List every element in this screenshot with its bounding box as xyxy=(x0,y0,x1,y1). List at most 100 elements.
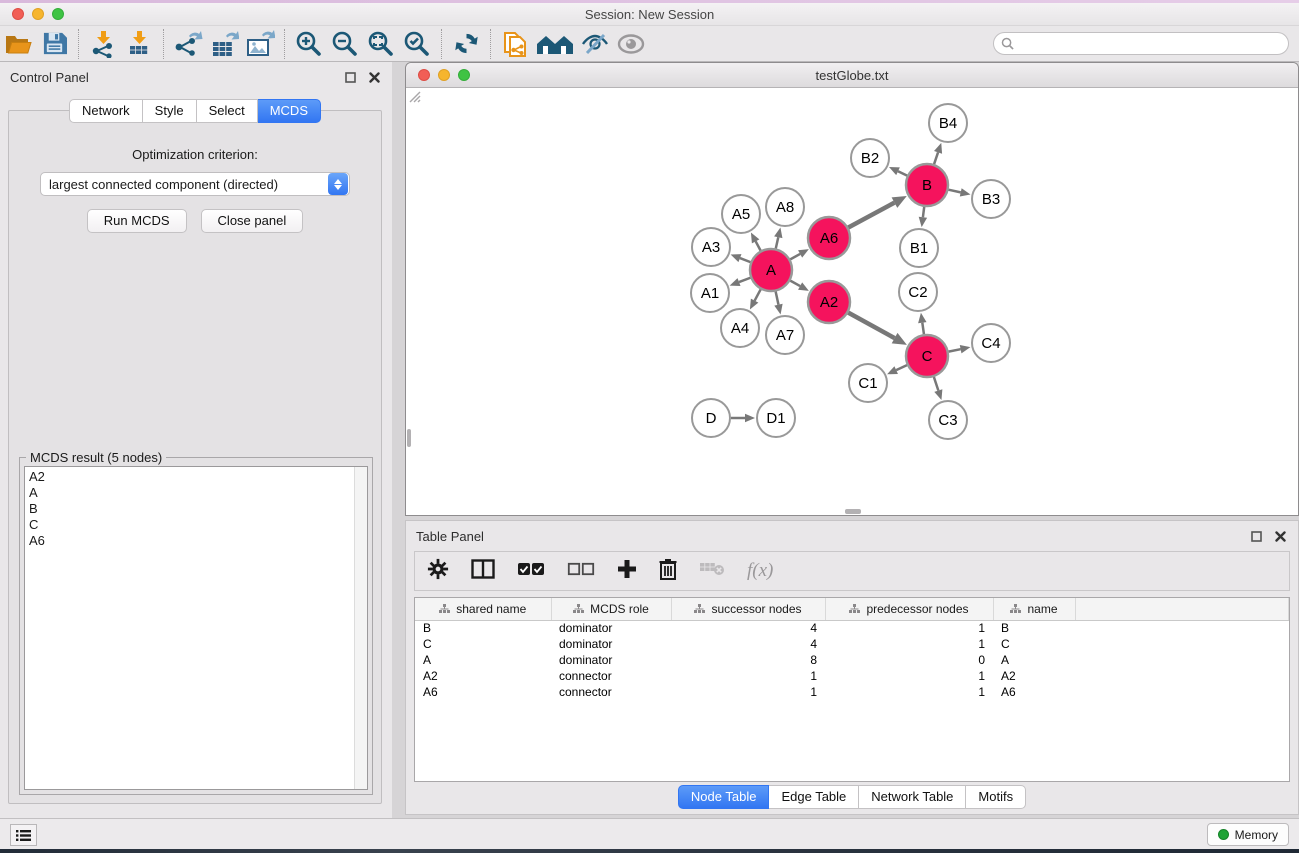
export-network-icon[interactable] xyxy=(170,28,206,60)
table-row[interactable]: Bdominator41B xyxy=(415,620,1289,636)
graph-node-C2[interactable] xyxy=(899,273,937,311)
open-file-icon[interactable] xyxy=(0,28,36,60)
graph-node-B4[interactable] xyxy=(929,104,967,142)
task-history-icon[interactable] xyxy=(10,824,37,846)
column-header-successor-nodes[interactable]: successor nodes xyxy=(671,598,825,620)
export-table-icon[interactable] xyxy=(206,28,242,60)
search-field[interactable] xyxy=(993,32,1289,55)
memory-button[interactable]: Memory xyxy=(1207,823,1289,846)
column-header-shared-name[interactable]: shared name xyxy=(415,598,551,620)
graph-node-C[interactable] xyxy=(906,335,948,377)
graph-node-B1[interactable] xyxy=(900,229,938,267)
optimization-criterion-select[interactable]: largest connected component (directed) xyxy=(40,172,350,196)
node-table[interactable]: shared nameMCDS rolesuccessor nodesprede… xyxy=(414,597,1290,782)
canvas-horizontal-scrollbar[interactable] xyxy=(845,509,861,514)
graph-node-A[interactable] xyxy=(750,249,792,291)
column-header-predecessor-nodes[interactable]: predecessor nodes xyxy=(825,598,993,620)
duplicate-network-icon[interactable] xyxy=(497,28,533,60)
add-column-icon[interactable] xyxy=(617,559,637,584)
graph-edge-A-A2[interactable] xyxy=(790,281,800,286)
control-tab-mcds[interactable]: MCDS xyxy=(258,99,321,123)
home-icon[interactable] xyxy=(533,28,577,60)
graph-node-D1[interactable] xyxy=(757,399,795,437)
graph-node-B[interactable] xyxy=(906,164,948,206)
graph-edge-B-B3[interactable] xyxy=(948,190,960,193)
graph-edge-A-A6[interactable] xyxy=(790,254,800,259)
mcds-result-item[interactable]: A6 xyxy=(29,533,350,549)
graph-node-A1[interactable] xyxy=(691,274,729,312)
result-list-scrollbar[interactable] xyxy=(354,467,367,789)
graph-node-A4[interactable] xyxy=(721,309,759,347)
graph-edge-A-A7[interactable] xyxy=(776,292,779,305)
control-tab-network[interactable]: Network xyxy=(69,99,143,123)
graph-edge-A-A5[interactable] xyxy=(756,241,761,250)
split-view-icon[interactable] xyxy=(471,559,495,584)
graph-edge-B-B1[interactable] xyxy=(923,207,924,217)
network-canvas[interactable]: B4B2BB3A8A5A6A3B1AA1C2A2A4A7C4CC1DD1C3 xyxy=(407,89,1297,514)
mcds-result-item[interactable]: A xyxy=(29,485,350,501)
graph-edge-B-B2[interactable] xyxy=(898,171,907,175)
graph-node-A3[interactable] xyxy=(692,228,730,266)
graph-node-A7[interactable] xyxy=(766,316,804,354)
canvas-vertical-scrollbar[interactable] xyxy=(407,429,411,447)
table-tab-node-table[interactable]: Node Table xyxy=(678,785,770,809)
graph-edge-A2-C[interactable] xyxy=(848,313,894,339)
table-tab-edge-table[interactable]: Edge Table xyxy=(769,785,859,809)
graph-node-D[interactable] xyxy=(692,399,730,437)
close-panel-icon[interactable] xyxy=(366,69,382,85)
graph-node-B3[interactable] xyxy=(972,180,1010,218)
search-input[interactable] xyxy=(1018,37,1288,51)
graph-edge-A-A3[interactable] xyxy=(740,258,751,262)
import-network-icon[interactable] xyxy=(85,28,121,60)
graph-node-A2[interactable] xyxy=(808,281,850,323)
save-session-icon[interactable] xyxy=(36,28,72,60)
select-all-checkboxes-icon[interactable] xyxy=(517,562,545,581)
resize-grip-icon[interactable] xyxy=(407,89,421,103)
export-image-icon[interactable] xyxy=(242,28,278,60)
column-header-MCDS-role[interactable]: MCDS role xyxy=(551,598,671,620)
graph-node-A8[interactable] xyxy=(766,188,804,226)
close-table-panel-icon[interactable] xyxy=(1272,528,1288,544)
run-mcds-button[interactable]: Run MCDS xyxy=(87,209,187,233)
graph-node-C4[interactable] xyxy=(972,324,1010,362)
table-row[interactable]: A2connector11A2 xyxy=(415,668,1289,684)
graph-node-C1[interactable] xyxy=(849,364,887,402)
graph-edge-C-C1[interactable] xyxy=(896,365,907,370)
table-tab-network-table[interactable]: Network Table xyxy=(859,785,966,809)
zoom-in-icon[interactable] xyxy=(291,28,327,60)
graph-node-B2[interactable] xyxy=(851,139,889,177)
graph-node-A5[interactable] xyxy=(722,195,760,233)
import-table-icon[interactable] xyxy=(121,28,157,60)
float-table-panel-icon[interactable] xyxy=(1248,528,1264,544)
graph-node-A6[interactable] xyxy=(808,217,850,259)
table-row[interactable]: Adominator80A xyxy=(415,652,1289,668)
network-window-titlebar[interactable]: testGlobe.txt xyxy=(406,63,1298,88)
deselect-all-checkboxes-icon[interactable] xyxy=(567,562,595,581)
delete-column-icon[interactable] xyxy=(659,558,677,585)
graph-edge-A-A8[interactable] xyxy=(776,237,779,248)
table-tab-motifs[interactable]: Motifs xyxy=(966,785,1026,809)
graph-node-C3[interactable] xyxy=(929,401,967,439)
float-panel-icon[interactable] xyxy=(342,69,358,85)
hide-graphics-details-icon[interactable] xyxy=(577,28,613,60)
graph-edge-C-C3[interactable] xyxy=(934,377,938,391)
mcds-result-item[interactable]: A2 xyxy=(29,469,350,485)
refresh-layout-icon[interactable] xyxy=(448,28,484,60)
show-graphics-details-icon[interactable] xyxy=(613,28,649,60)
graph-edge-A-A4[interactable] xyxy=(755,289,761,300)
graph-edge-B-B4[interactable] xyxy=(934,152,938,164)
zoom-fit-icon[interactable] xyxy=(363,28,399,60)
graph-edge-A6-B[interactable] xyxy=(848,203,894,228)
graph-edge-A-A1[interactable] xyxy=(739,278,750,282)
graph-edge-C-C4[interactable] xyxy=(949,349,961,351)
table-row[interactable]: A6connector11A6 xyxy=(415,684,1289,700)
zoom-selected-icon[interactable] xyxy=(399,28,435,60)
table-row[interactable]: Cdominator41C xyxy=(415,636,1289,652)
settings-gear-icon[interactable] xyxy=(427,558,449,585)
zoom-out-icon[interactable] xyxy=(327,28,363,60)
control-tab-style[interactable]: Style xyxy=(143,99,197,123)
column-header-name[interactable]: name xyxy=(993,598,1075,620)
close-panel-button[interactable]: Close panel xyxy=(201,209,304,233)
mcds-result-item[interactable]: C xyxy=(29,517,350,533)
graph-edge-C-C2[interactable] xyxy=(922,323,924,335)
